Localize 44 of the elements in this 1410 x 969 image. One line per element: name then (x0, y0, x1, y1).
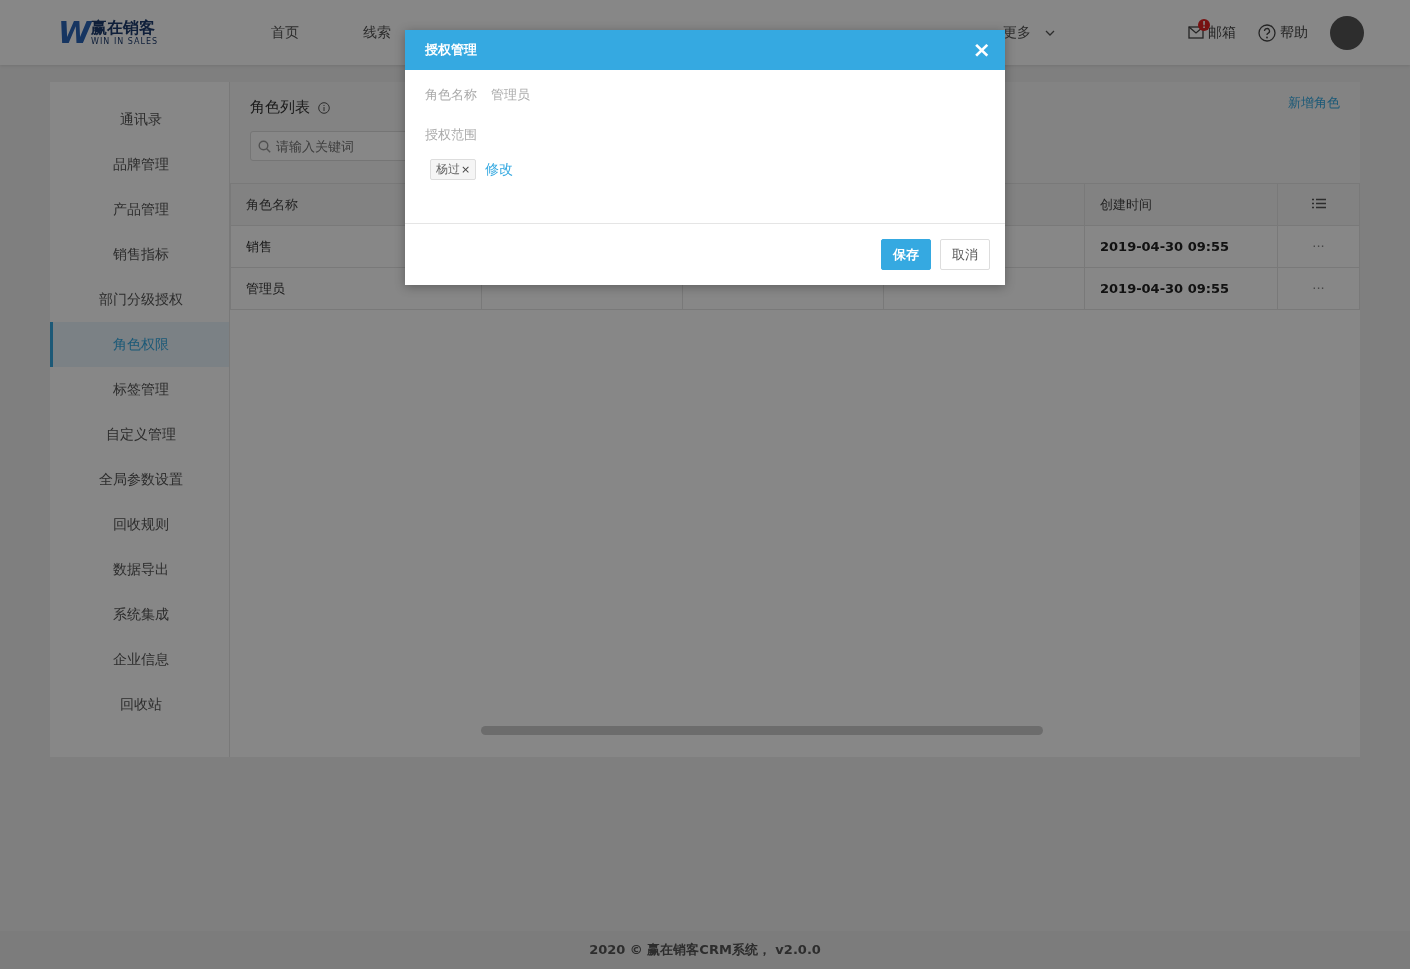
nav-tab[interactable]: 更多 (1003, 0, 1095, 65)
table-cell: 2019-04-30 09:55 (1084, 225, 1278, 268)
save-button[interactable]: 保存 (881, 239, 931, 270)
dialog-title: 授权管理 (425, 41, 477, 59)
sidebar-item[interactable]: 品牌管理 (50, 142, 229, 187)
sidebar-item[interactable]: 产品管理 (50, 187, 229, 232)
column-header: 创建时间 (1084, 183, 1278, 226)
field-value: 管理员 (491, 86, 530, 104)
notification-badge: ! (1198, 19, 1210, 31)
user-avatar[interactable] (1330, 15, 1364, 50)
sidebar-item[interactable]: 标签管理 (50, 367, 229, 412)
sidebar-item[interactable]: 销售指标 (50, 232, 229, 277)
logo-title: 赢在销客 (91, 19, 157, 37)
nav-tab[interactable]: 首页 (239, 0, 331, 65)
sidebar-item[interactable]: 自定义管理 (50, 412, 229, 457)
mail-link[interactable]: 邮箱 (1208, 23, 1236, 42)
logo-mark: W (58, 17, 88, 48)
horizontal-scrollbar[interactable] (481, 726, 1043, 735)
info-icon (318, 101, 330, 114)
sidebar-item[interactable]: 部门分级授权 (50, 277, 229, 322)
sidebar-item[interactable]: 通讯录 (50, 97, 229, 142)
user-tag: 杨过× (430, 159, 477, 180)
cancel-button[interactable]: 取消 (940, 239, 990, 270)
logo-subtitle: WIN IN SALES (91, 37, 159, 46)
more-button[interactable]: ··· (1277, 225, 1360, 268)
panel-title: 角色列表 (250, 98, 310, 117)
help-icon[interactable] (1258, 23, 1276, 42)
sidebar-item[interactable]: 数据导出 (50, 547, 229, 592)
edit-link[interactable]: 修改 (485, 160, 514, 179)
field-label: 角色名称 (425, 86, 477, 104)
sidebar-item[interactable]: 全局参数设置 (50, 457, 229, 502)
more-button[interactable]: ··· (1277, 267, 1360, 310)
list-icon[interactable] (1311, 198, 1326, 209)
sidebar-item[interactable]: 回收规则 (50, 502, 229, 547)
sidebar-item[interactable]: 企业信息 (50, 637, 229, 682)
add-role-link[interactable]: 新增角色 (1288, 94, 1340, 112)
sidebar-item[interactable]: 回收站 (50, 682, 229, 727)
table-cell: 2019-04-30 09:55 (1084, 267, 1278, 310)
mail-icon[interactable] (1188, 26, 1204, 39)
help-link[interactable]: 帮助 (1280, 23, 1308, 42)
sidebar-item[interactable]: 系统集成 (50, 592, 229, 637)
remove-tag-button[interactable]: × (461, 163, 471, 176)
chevron-down-icon (1045, 29, 1055, 36)
close-button[interactable]: × (968, 39, 995, 61)
